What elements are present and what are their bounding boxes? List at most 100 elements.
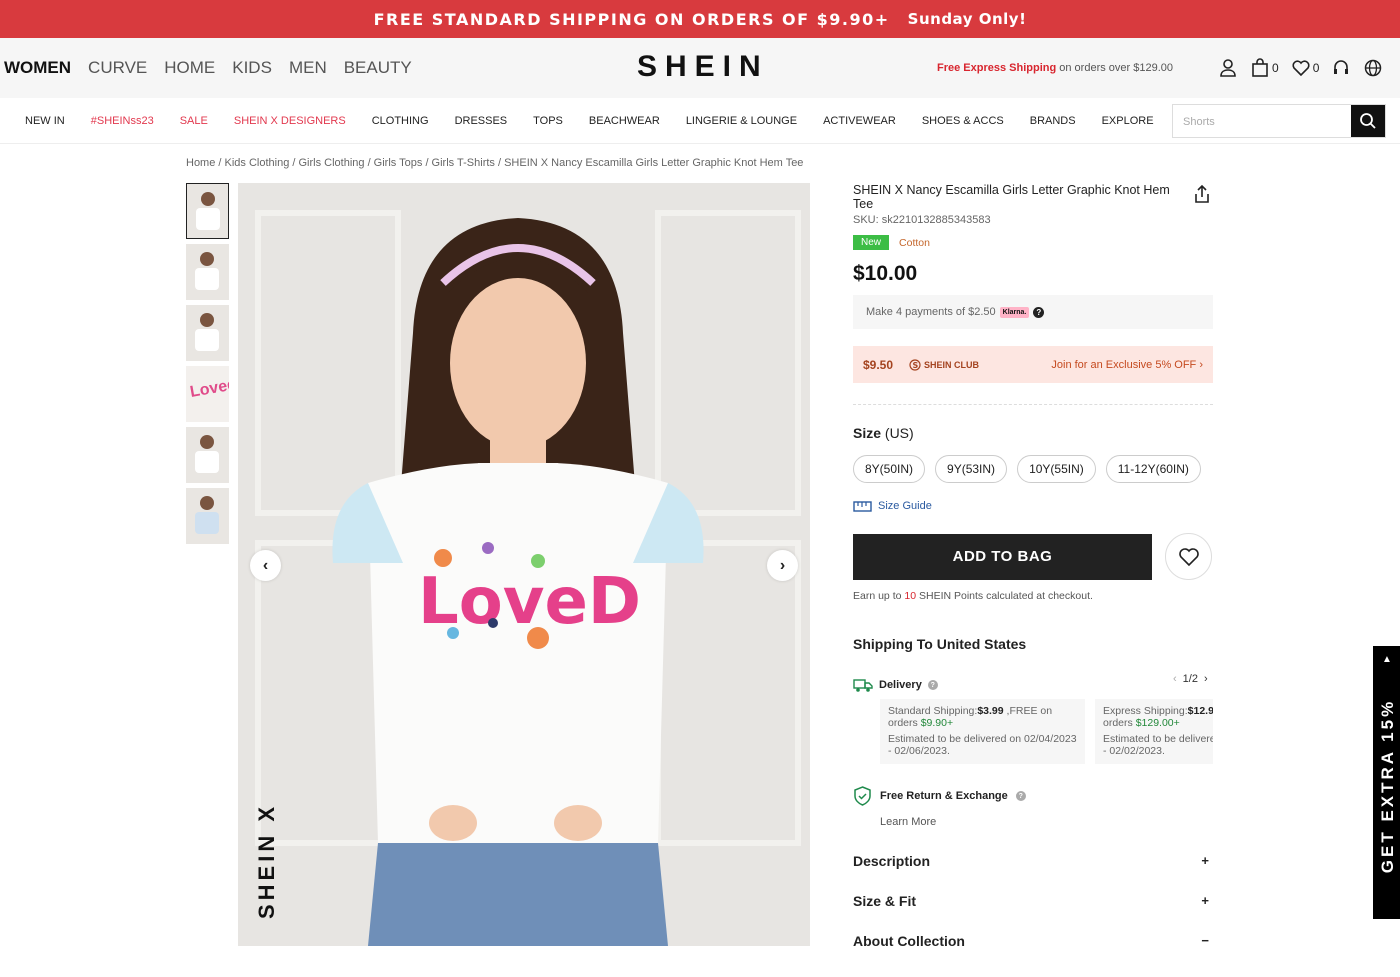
express-price: $12.90 [1187,705,1213,717]
next-image-button[interactable]: › [767,550,798,581]
thumbnail-4[interactable]: Loved [186,366,229,422]
share-icon[interactable] [1193,184,1211,209]
get-extra-side-tab[interactable]: ▲ GET EXTRA 15% [1373,646,1400,919]
heart-icon [1292,60,1310,77]
learn-more-link[interactable]: Learn More [880,816,1213,828]
shein-club-banner[interactable]: $9.50 S SHEIN CLUB Join for an Exclusive… [853,346,1213,383]
heart-icon [1178,547,1199,566]
nav-dresses[interactable]: DRESSES [455,115,508,127]
category-kids[interactable]: KIDS [232,58,272,78]
brand-mark-text: SHEIN X [254,802,280,920]
product-price: $10.00 [853,262,918,285]
new-badge: New [853,235,890,250]
prev-image-button[interactable]: ‹ [250,550,281,581]
search-box: Shorts [1172,104,1386,138]
header-icons: 0 0 [1218,58,1383,78]
pager-prev-icon[interactable]: ‹ [1173,673,1177,685]
size-header: Size (US) [853,425,1213,441]
main-product-image[interactable]: LoveD ‹ › SHEIN X [238,183,810,946]
category-curve[interactable]: CURVE [88,58,147,78]
category-women[interactable]: WOMEN [4,58,71,78]
help-icon[interactable]: ? [1033,306,1045,318]
category-men[interactable]: MEN [289,58,327,78]
thumbnail-1[interactable] [186,183,229,239]
club-label-text: SHEIN CLUB [924,359,980,370]
chevron-left-icon: ‹ [262,556,269,574]
shield-icon [854,786,871,806]
free-express-rest: on orders over $129.00 [1056,62,1174,74]
express-shipping-option: Express Shipping:$12.90 ,FREE on orders … [1095,699,1213,764]
accordion-about-collection[interactable]: About Collection − [853,933,1213,949]
nav-new-in[interactable]: NEW IN [25,115,65,127]
points-post: SHEIN Points calculated at checkout. [916,590,1093,602]
bag-count: 0 [1272,61,1279,75]
bag-button[interactable]: 0 [1250,58,1279,78]
accordion-size-fit[interactable]: Size & Fit + [853,893,1213,909]
plus-icon: + [1201,893,1209,908]
size-option-9y[interactable]: 9Y(53IN) [935,455,1008,483]
free-express-notice: Free Express Shipping on orders over $12… [937,62,1173,74]
search-input[interactable]: Shorts [1173,105,1351,137]
pager-next-icon[interactable]: › [1204,673,1208,685]
promo-sub-text: Sunday Only! [907,10,1027,28]
return-help-icon[interactable]: ? [1015,791,1026,801]
nav-activewear[interactable]: ACTIVEWEAR [823,115,896,127]
free-express-label: Free Express Shipping [937,62,1057,74]
size-unit: (US) [881,425,914,441]
support-icon[interactable] [1331,58,1351,78]
globe-icon[interactable] [1363,58,1383,78]
account-icon[interactable] [1218,58,1238,78]
size-option-10y[interactable]: 10Y(55IN) [1017,455,1096,483]
nav-tops[interactable]: TOPS [533,115,563,127]
add-to-bag-button[interactable]: ADD TO BAG [853,533,1152,580]
search-button[interactable] [1351,105,1385,137]
delivery-help-icon[interactable]: ? [927,680,938,690]
divider [853,404,1213,405]
standard-shipping-option: Standard Shipping:$3.99 ,FREE on orders … [880,699,1085,764]
size-label: Size [853,425,882,441]
nav-explore[interactable]: EXPLORE [1102,115,1154,127]
site-logo[interactable]: SHEIN [637,50,769,84]
nav-sheinss23[interactable]: #SHEINss23 [91,115,154,127]
truck-icon [853,679,873,692]
thumbnail-2[interactable] [186,244,229,300]
nav-brands[interactable]: BRANDS [1030,115,1076,127]
side-tab-text: GET EXTRA 15% [1378,698,1397,874]
accordion-description[interactable]: Description + [853,853,1213,869]
wishlist-button[interactable]: 0 [1291,58,1319,78]
nav-shoes-accs[interactable]: SHOES & ACCS [922,115,1004,127]
nav-beachwear[interactable]: BEACHWEAR [589,115,660,127]
klarna-banner[interactable]: Make 4 payments of $2.50 Klarna. ? [853,295,1213,329]
promo-banner[interactable]: FREE STANDARD SHIPPING ON ORDERS OF $9.9… [0,0,1400,38]
arrow-up-icon: ▲ [1382,654,1392,665]
accordion-description-label: Description [853,853,931,869]
size-guide-link[interactable]: Size Guide [853,500,1213,512]
size-option-8y[interactable]: 8Y(50IN) [853,455,926,483]
points-pre: Earn up to [853,590,905,602]
klarna-logo: Klarna. [999,306,1030,318]
nav-clothing[interactable]: CLOTHING [372,115,429,127]
size-option-11-12y[interactable]: 11-12Y(60IN) [1105,455,1201,483]
nav-shein-x-designers[interactable]: SHEIN X DESIGNERS [234,115,346,127]
express-threshold: $129.00+ [1135,716,1180,729]
nav-lingerie-lounge[interactable]: LINGERIE & LOUNGE [686,115,797,127]
club-join-link[interactable]: Join for an Exclusive 5% OFF › [1051,359,1203,371]
nav-sale[interactable]: SALE [180,115,208,127]
thumbnail-3[interactable] [186,305,229,361]
wishlist-toggle-button[interactable] [1165,533,1212,580]
thumbnail-6[interactable] [186,488,229,544]
buy-row: ADD TO BAG [853,533,1213,580]
standard-price: $3.99 [977,705,1004,717]
product-title: SHEIN X Nancy Escamilla Girls Letter Gra… [853,183,1170,211]
thumbnail-list: Loved [186,183,229,549]
breadcrumb[interactable]: Home / Kids Clothing / Girls Clothing / … [186,157,803,169]
category-home[interactable]: HOME [164,58,215,78]
delivery-label: Delivery [879,679,922,691]
size-options: 8Y(50IN) 9Y(53IN) 10Y(55IN) 11-12Y(60IN) [853,455,1213,483]
thumbnail-5[interactable] [186,427,229,483]
shipping-header: Shipping To United States [853,636,1027,652]
material-tag: Cotton [899,236,930,249]
points-note: Earn up to 10 SHEIN Points calculated at… [853,590,1213,602]
category-beauty[interactable]: BEAUTY [344,58,412,78]
main-nav-items: NEW IN #SHEINss23 SALE SHEIN X DESIGNERS… [25,115,1180,127]
